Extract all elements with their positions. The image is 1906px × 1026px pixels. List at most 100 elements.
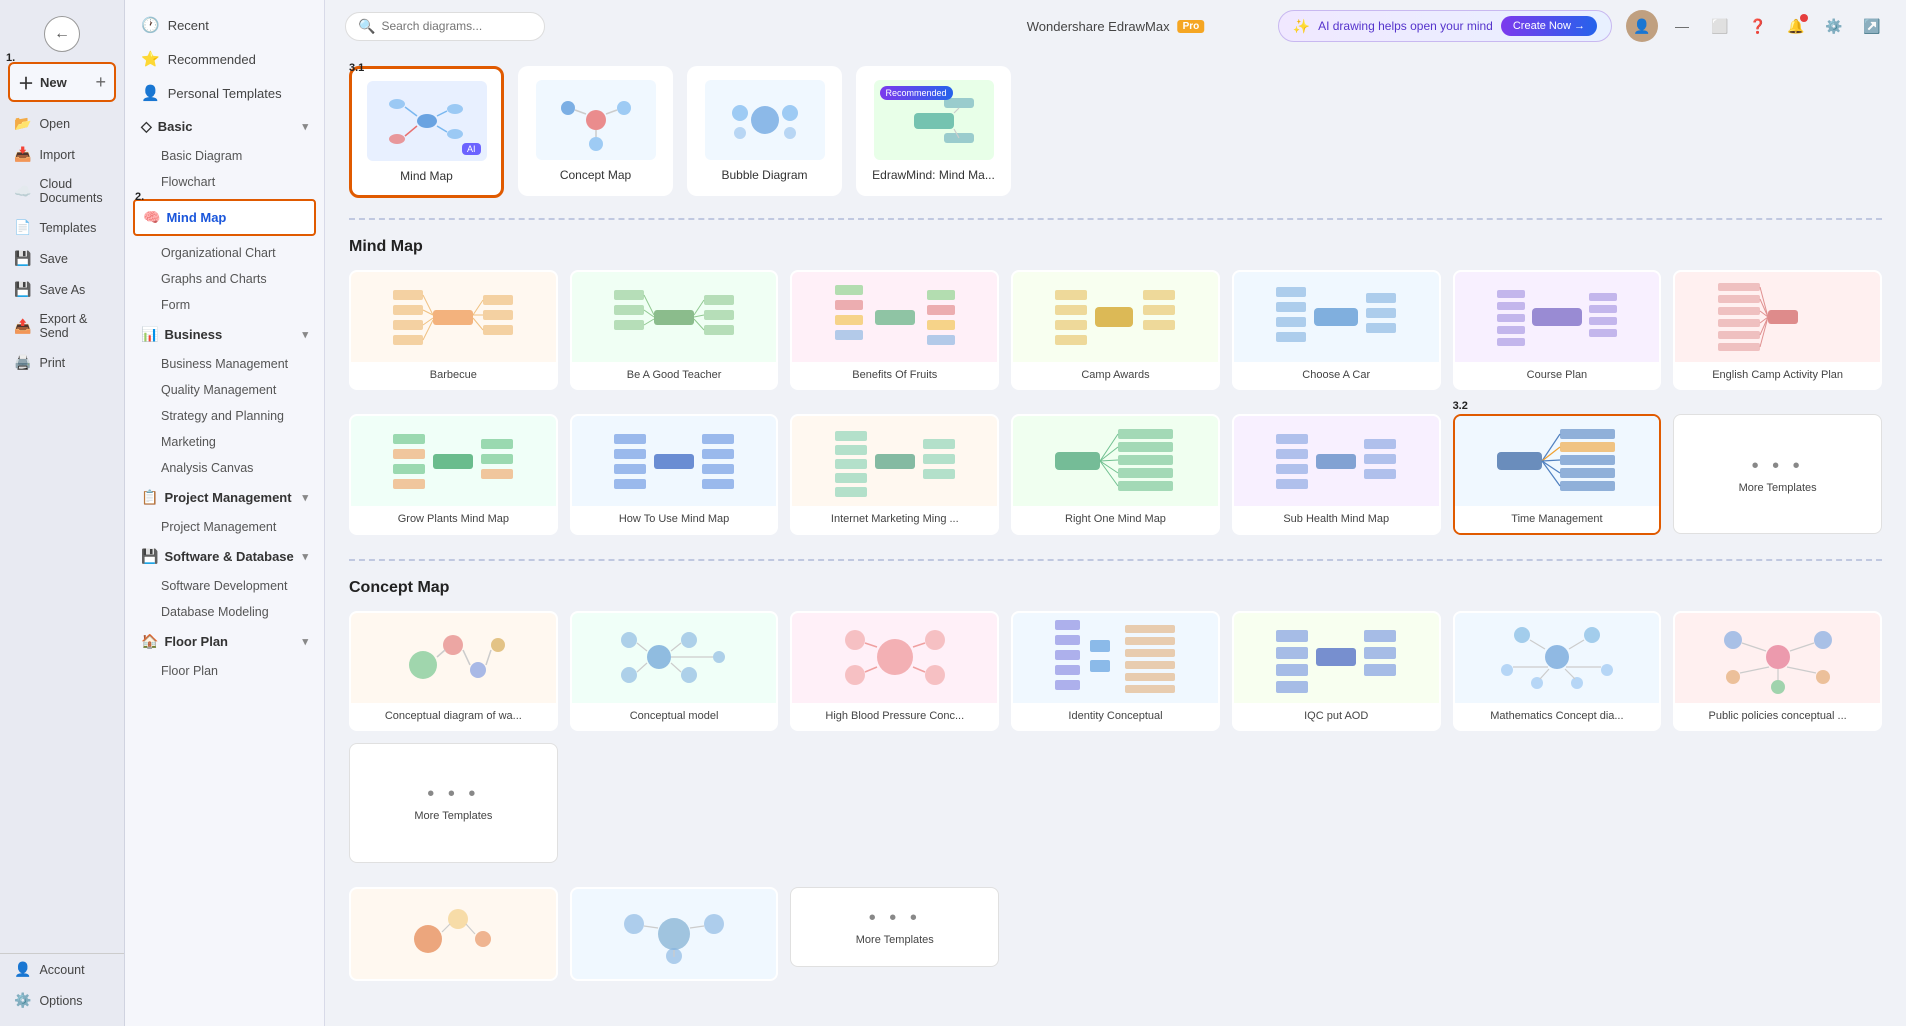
- top-card-edrawmind[interactable]: Recommended EdrawMind: Mind Ma...: [856, 66, 1011, 196]
- template-card-math[interactable]: Mathematics Concept dia...: [1453, 611, 1662, 731]
- high-blood-svg: [830, 615, 960, 700]
- mindmap-preview-svg: [377, 89, 477, 154]
- sidebar-sub-basic-diagram[interactable]: Basic Diagram: [125, 143, 324, 169]
- cloud-docs-item[interactable]: ☁️ Cloud Documents: [0, 170, 124, 212]
- section-separator-1: [349, 218, 1882, 220]
- account-item[interactable]: 👤 Account: [0, 954, 124, 985]
- template-label-english-camp: English Camp Activity Plan: [1675, 362, 1880, 388]
- open-item[interactable]: 📂 Open: [0, 108, 124, 139]
- time-mgmt-wrapper: 3.2: [1453, 414, 1662, 534]
- sidebar-category-mindmap[interactable]: 🧠 Mind Map: [133, 199, 316, 236]
- more-templates-mindmap[interactable]: • • • More Templates: [1673, 414, 1882, 534]
- share-button[interactable]: ↗️: [1858, 12, 1886, 40]
- sidebar-sub-business-mgmt[interactable]: Business Management: [125, 351, 324, 377]
- template-card-english-camp[interactable]: English Camp Activity Plan: [1673, 270, 1882, 390]
- template-card-camp-awards[interactable]: Camp Awards: [1011, 270, 1220, 390]
- template-card-right-one[interactable]: Right One Mind Map: [1011, 414, 1220, 534]
- left-panel: ← 1. ＋ New + 📂 Open 📥 Import ☁️ Cloud Do…: [0, 0, 125, 1026]
- search-bar[interactable]: 🔍: [345, 12, 545, 41]
- templates-icon: 📄: [14, 219, 31, 236]
- sidebar-category-software[interactable]: 💾 Software & Database ▾: [125, 540, 324, 573]
- options-item[interactable]: ⚙️ Options: [0, 985, 124, 1016]
- template-card-public-policies[interactable]: Public policies conceptual ...: [1673, 611, 1882, 731]
- print-item[interactable]: 🖨️ Print: [0, 347, 124, 378]
- template-card-conceptual-wa[interactable]: Conceptual diagram of wa...: [349, 611, 558, 731]
- save-item[interactable]: 💾 Save: [0, 243, 124, 274]
- sidebar-recent[interactable]: 🕐 Recent: [125, 8, 324, 42]
- template-label-conceptual-model: Conceptual model: [572, 703, 777, 729]
- personal-icon: 👤: [141, 84, 160, 102]
- save-as-icon: 💾: [14, 281, 31, 298]
- concept-preview-svg: [546, 88, 646, 153]
- sidebar-category-basic[interactable]: ◇ Basic ▾: [125, 110, 324, 143]
- template-card-choose-car[interactable]: Choose A Car: [1232, 270, 1441, 390]
- sidebar-sub-analysis[interactable]: Analysis Canvas: [125, 455, 324, 481]
- sidebar-sub-project-mgmt[interactable]: Project Management: [125, 514, 324, 540]
- sidebar-personal-templates[interactable]: 👤 Personal Templates: [125, 76, 324, 110]
- template-card-grow-plants[interactable]: Grow Plants Mind Map: [349, 414, 558, 534]
- sidebar-sub-form[interactable]: Form: [125, 292, 324, 318]
- sidebar-sub-org-chart[interactable]: Organizational Chart: [125, 240, 324, 266]
- sidebar-sub-quality-mgmt[interactable]: Quality Management: [125, 377, 324, 403]
- template-card-barbecue[interactable]: Barbecue: [349, 270, 558, 390]
- new-button[interactable]: ＋ New +: [8, 62, 116, 102]
- template-card-time-mgmt[interactable]: Time Management: [1453, 414, 1662, 534]
- template-card-benefits-fruits[interactable]: Benefits Of Fruits: [790, 270, 999, 390]
- minimize-button[interactable]: —: [1668, 12, 1696, 40]
- template-card-high-blood[interactable]: High Blood Pressure Conc...: [790, 611, 999, 731]
- sidebar-sub-marketing[interactable]: Marketing: [125, 429, 324, 455]
- print-icon: 🖨️: [14, 354, 31, 371]
- template-card-how-to-use[interactable]: How To Use Mind Map: [570, 414, 779, 534]
- more-dots-mindmap: • • •: [1752, 455, 1804, 478]
- template-label-conceptual-wa: Conceptual diagram of wa...: [351, 703, 556, 729]
- sidebar-sub-flowchart[interactable]: Flowchart: [125, 169, 324, 195]
- concept-template-grid-3: • • • More Templates: [349, 887, 1882, 981]
- question-button[interactable]: ❓: [1744, 12, 1772, 40]
- top-card-concept[interactable]: Concept Map: [518, 66, 673, 196]
- more-label-concept: More Templates: [414, 810, 492, 822]
- sidebar-sub-strategy[interactable]: Strategy and Planning: [125, 403, 324, 429]
- template-label-internet-marketing: Internet Marketing Ming ...: [792, 506, 997, 532]
- course-plan-svg: [1492, 275, 1622, 360]
- template-card-course-plan[interactable]: Course Plan: [1453, 270, 1662, 390]
- ai-banner[interactable]: ✨ AI drawing helps open your mind Create…: [1278, 10, 1612, 42]
- template-card-bottom-1[interactable]: [349, 887, 558, 981]
- good-teacher-svg: [609, 275, 739, 360]
- template-card-conceptual-model[interactable]: Conceptual model: [570, 611, 779, 731]
- template-card-good-teacher[interactable]: Be A Good Teacher: [570, 270, 779, 390]
- settings-button[interactable]: ⚙️: [1820, 12, 1848, 40]
- template-label-barbecue: Barbecue: [351, 362, 556, 388]
- sidebar-category-floor[interactable]: 🏠 Floor Plan ▾: [125, 625, 324, 658]
- sidebar-sub-floor-plan[interactable]: Floor Plan: [125, 658, 324, 684]
- sidebar-category-business[interactable]: 📊 Business ▾: [125, 318, 324, 351]
- sidebar-sub-software-dev[interactable]: Software Development: [125, 573, 324, 599]
- sidebar-category-project[interactable]: 📋 Project Management ▾: [125, 481, 324, 514]
- top-card-bubble[interactable]: Bubble Diagram: [687, 66, 842, 196]
- sidebar-sub-db-modeling[interactable]: Database Modeling: [125, 599, 324, 625]
- back-button[interactable]: ←: [44, 16, 80, 52]
- maximize-button[interactable]: ⬜: [1706, 12, 1734, 40]
- top-card-mindmap[interactable]: AI Mind Map: [349, 66, 504, 198]
- template-label-how-to-use: How To Use Mind Map: [572, 506, 777, 532]
- save-as-item[interactable]: 💾 Save As: [0, 274, 124, 305]
- template-card-iqc[interactable]: IQC put AOD: [1232, 611, 1441, 731]
- user-avatar[interactable]: 👤: [1626, 10, 1658, 42]
- export-item[interactable]: 📤 Export & Send: [0, 305, 124, 347]
- more-templates-concept[interactable]: • • • More Templates: [349, 743, 558, 863]
- ai-create-button[interactable]: Create Now →: [1501, 16, 1597, 36]
- sub-health-svg: [1271, 419, 1401, 504]
- more-templates-bottom[interactable]: • • • More Templates: [790, 887, 999, 967]
- import-item[interactable]: 📥 Import: [0, 139, 124, 170]
- sidebar-recommended[interactable]: ⭐ Recommended: [125, 42, 324, 76]
- notification-button[interactable]: 🔔: [1782, 12, 1810, 40]
- template-card-sub-health[interactable]: Sub Health Mind Map: [1232, 414, 1441, 534]
- template-card-bottom-2[interactable]: [570, 887, 779, 981]
- section-separator-2: [349, 559, 1882, 561]
- template-card-identity[interactable]: Identity Conceptual: [1011, 611, 1220, 731]
- search-input[interactable]: [381, 19, 521, 33]
- sidebar-sub-graphs[interactable]: Graphs and Charts: [125, 266, 324, 292]
- template-card-internet-marketing[interactable]: Internet Marketing Ming ...: [790, 414, 999, 534]
- choose-car-svg: [1271, 275, 1401, 360]
- templates-item[interactable]: 📄 Templates: [0, 212, 124, 243]
- more-label-mindmap: More Templates: [1739, 482, 1817, 494]
